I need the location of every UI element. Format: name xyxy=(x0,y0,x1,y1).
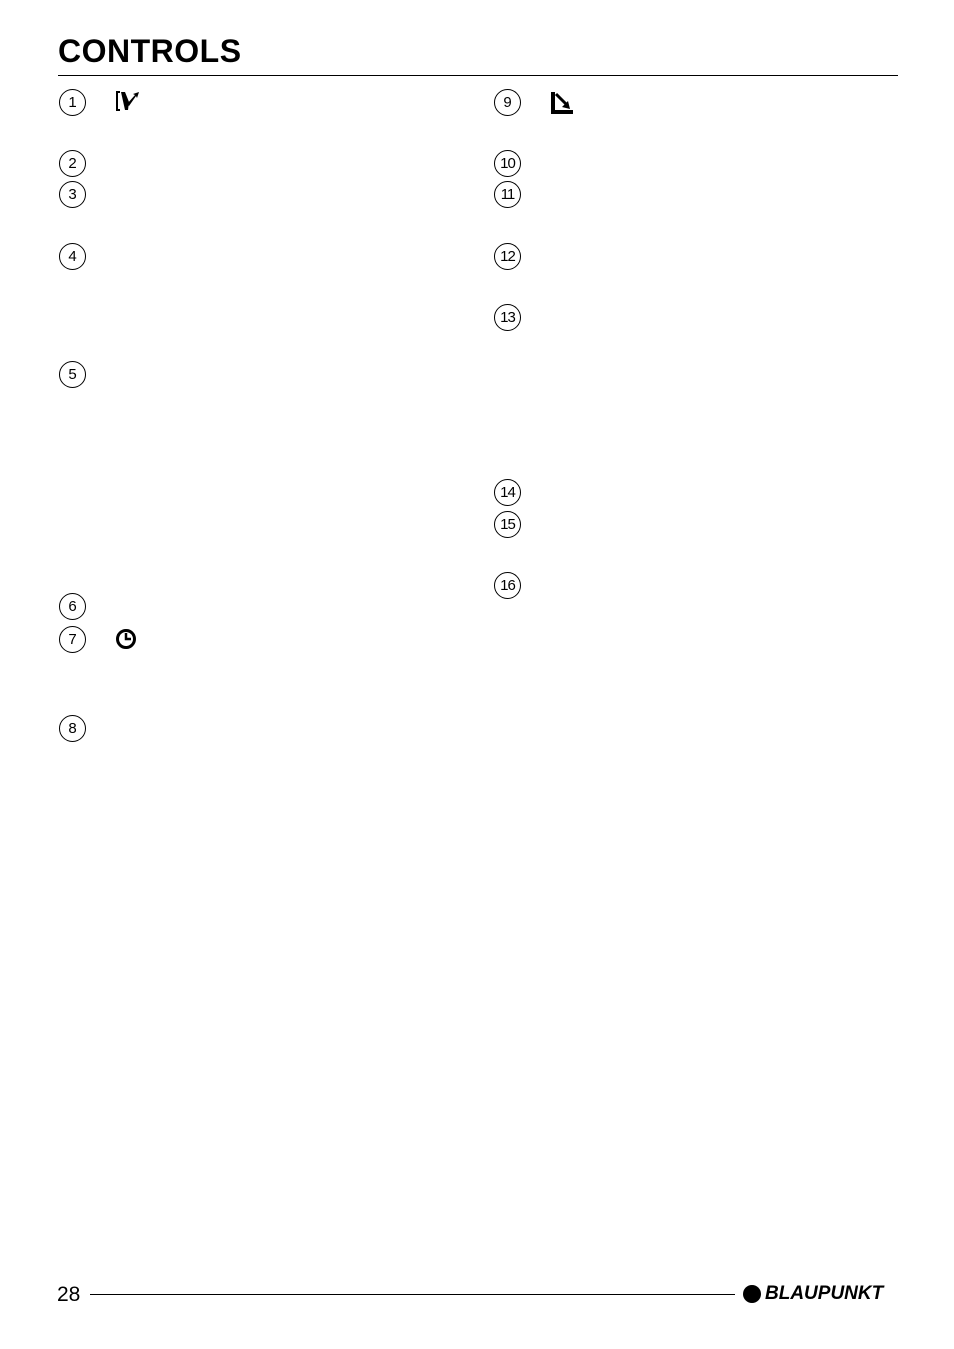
callout-number: 5 xyxy=(59,361,86,388)
callout-number: 13 xyxy=(494,304,521,331)
callout-number: 10 xyxy=(494,150,521,177)
callout-number: 12 xyxy=(494,243,521,270)
page-number: 28 xyxy=(57,1283,81,1306)
eject-arrow-icon xyxy=(550,91,574,120)
callout-number: 15 xyxy=(494,511,521,538)
callout-number: 3 xyxy=(59,181,86,208)
front-panel-release-icon xyxy=(115,90,143,117)
callout-number: 6 xyxy=(59,593,86,620)
callout-number: 2 xyxy=(59,150,86,177)
page-title: CONTROLS xyxy=(58,33,242,69)
clock-icon xyxy=(115,628,137,655)
brand-name: BLAUPUNKT xyxy=(765,1283,884,1304)
callout-number: 16 xyxy=(494,572,521,599)
callout-number: 4 xyxy=(59,243,86,270)
callout-number: 8 xyxy=(59,715,86,742)
callout-number: 1 xyxy=(59,89,86,116)
callout-number: 7 xyxy=(59,626,86,653)
logo-dot-icon xyxy=(743,1285,761,1303)
footer-divider xyxy=(90,1294,735,1295)
callout-number: 11 xyxy=(494,181,521,208)
brand-logo: BLAUPUNKT xyxy=(743,1284,883,1304)
callout-number: 14 xyxy=(494,479,521,506)
header-divider xyxy=(58,75,898,76)
callout-number: 9 xyxy=(494,89,521,116)
